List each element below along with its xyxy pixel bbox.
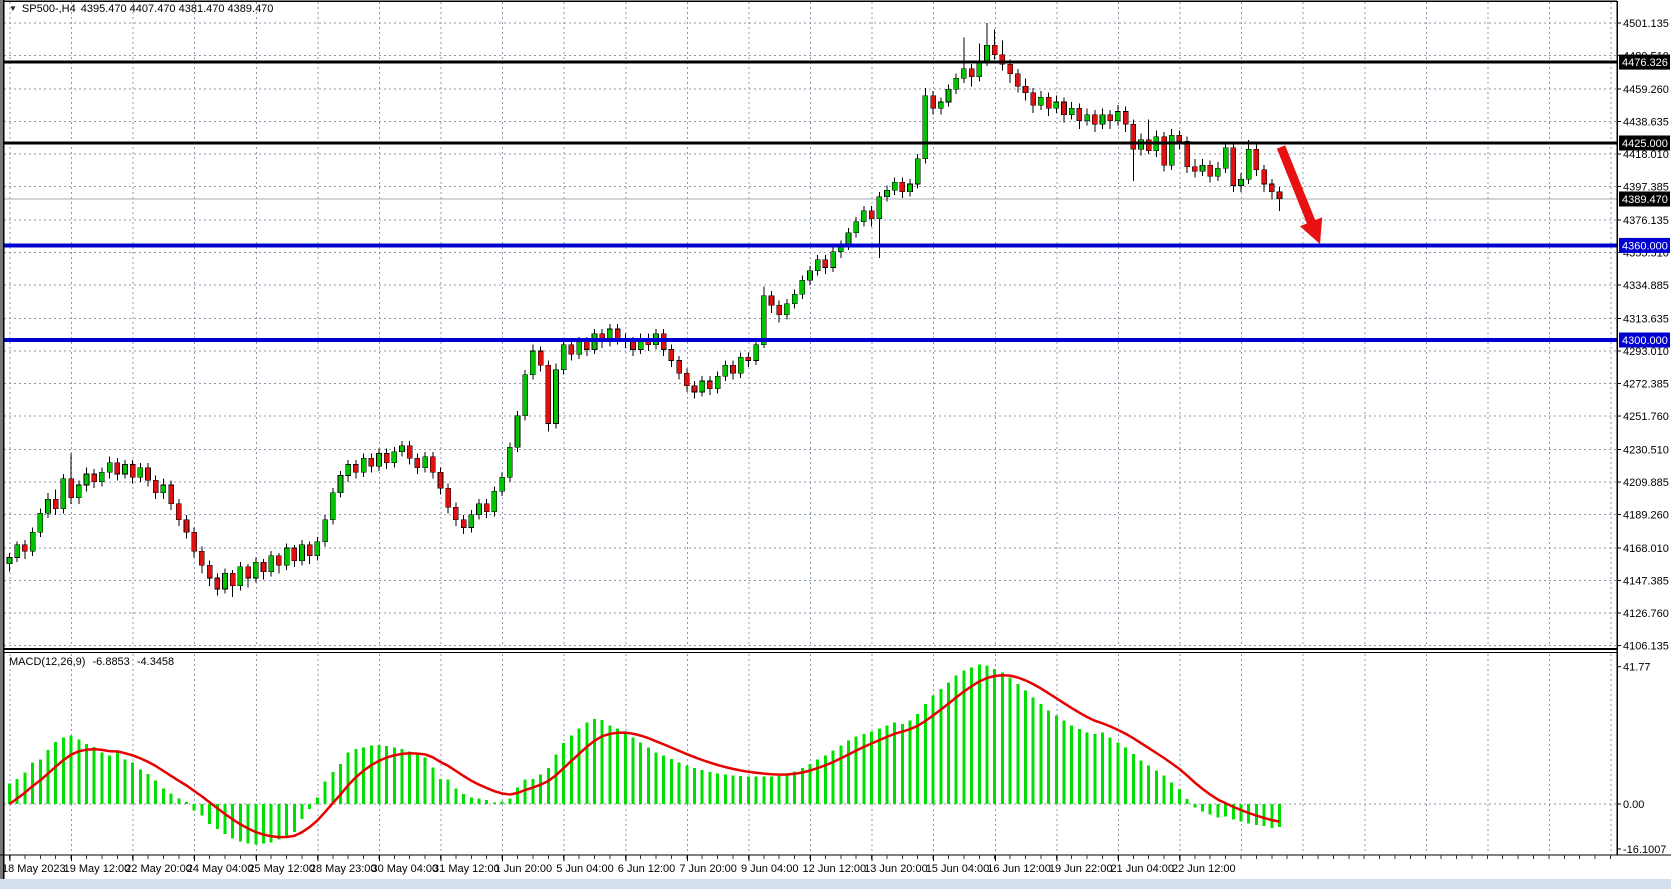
svg-text:-16.1007: -16.1007 [1623, 844, 1666, 856]
time-label: 18 May 2023 [2, 863, 66, 875]
svg-text:4300.000: 4300.000 [1622, 335, 1668, 347]
svg-text:4438.635: 4438.635 [1623, 117, 1669, 129]
symbol-timeframe-label: SP500-,H4 [22, 3, 76, 15]
time-label: 22 May 20:00 [125, 863, 192, 875]
svg-text:4126.760: 4126.760 [1623, 608, 1669, 620]
time-label: 28 May 23:00 [310, 863, 377, 875]
svg-text:4251.760: 4251.760 [1623, 411, 1669, 423]
svg-text:4418.010: 4418.010 [1623, 149, 1669, 161]
svg-text:4360.000: 4360.000 [1622, 240, 1668, 252]
svg-text:4272.385: 4272.385 [1623, 379, 1669, 391]
time-label: 31 May 12:00 [433, 863, 500, 875]
time-label: 30 May 04:00 [371, 863, 438, 875]
time-label: 19 Jun 22:00 [1049, 863, 1113, 875]
svg-text:4147.385: 4147.385 [1623, 576, 1669, 588]
svg-text:4459.260: 4459.260 [1623, 84, 1669, 96]
svg-text:4389.470: 4389.470 [1622, 194, 1668, 206]
macd-signal-value: -4.3458 [137, 656, 174, 668]
symbol-ohlc-values: 4395.470 4407.470 4381.470 4389.470 [81, 3, 274, 15]
time-label: 19 May 12:00 [64, 863, 131, 875]
time-label: 12 Jun 12:00 [803, 863, 867, 875]
svg-text:4313.635: 4313.635 [1623, 314, 1669, 326]
time-label: 13 Jun 20:00 [864, 863, 928, 875]
symbol-dropdown-icon[interactable]: ▼ [9, 5, 17, 13]
svg-text:4334.885: 4334.885 [1623, 280, 1669, 292]
svg-text:4209.885: 4209.885 [1623, 477, 1669, 489]
time-label: 5 Jun 04:00 [556, 863, 614, 875]
svg-text:0.00: 0.00 [1623, 799, 1644, 811]
svg-text:4189.260: 4189.260 [1623, 510, 1669, 522]
trading-terminal-chart-window: 4501.1354480.5104459.2604438.6354418.010… [0, 0, 1671, 889]
svg-text:4376.135: 4376.135 [1623, 215, 1669, 227]
macd-indicator-label: MACD(12,26,9) -6.8853 -4.3458 [9, 656, 178, 668]
svg-text:4168.010: 4168.010 [1623, 543, 1669, 555]
time-label: 1 Jun 20:00 [495, 863, 553, 875]
macd-main-value: -6.8853 [92, 656, 129, 668]
time-label: 6 Jun 12:00 [618, 863, 676, 875]
time-label: 9 Jun 04:00 [741, 863, 799, 875]
time-label: 24 May 04:00 [187, 863, 254, 875]
time-label: 7 Jun 20:00 [679, 863, 737, 875]
time-label: 16 Jun 12:00 [987, 863, 1051, 875]
svg-text:4106.135: 4106.135 [1623, 641, 1669, 653]
macd-name-label: MACD(12,26,9) [9, 656, 85, 668]
time-label: 15 Jun 04:00 [926, 863, 990, 875]
time-label: 22 Jun 12:00 [1172, 863, 1236, 875]
time-label: 25 May 12:00 [248, 863, 315, 875]
window-bottom-strip [0, 879, 1671, 889]
svg-text:41.77: 41.77 [1623, 662, 1651, 674]
price-chart-canvas[interactable]: 4501.1354480.5104459.2604438.6354418.010… [0, 0, 1671, 889]
symbol-info-bar: ▼ SP500-,H4 4395.470 4407.470 4381.470 4… [9, 3, 273, 15]
time-label: 21 Jun 04:00 [1110, 863, 1174, 875]
svg-text:4293.010: 4293.010 [1623, 346, 1669, 358]
svg-text:4230.510: 4230.510 [1623, 445, 1669, 457]
svg-text:4476.326: 4476.326 [1622, 57, 1668, 69]
svg-text:4501.135: 4501.135 [1623, 18, 1669, 30]
svg-text:4425.000: 4425.000 [1622, 138, 1668, 150]
